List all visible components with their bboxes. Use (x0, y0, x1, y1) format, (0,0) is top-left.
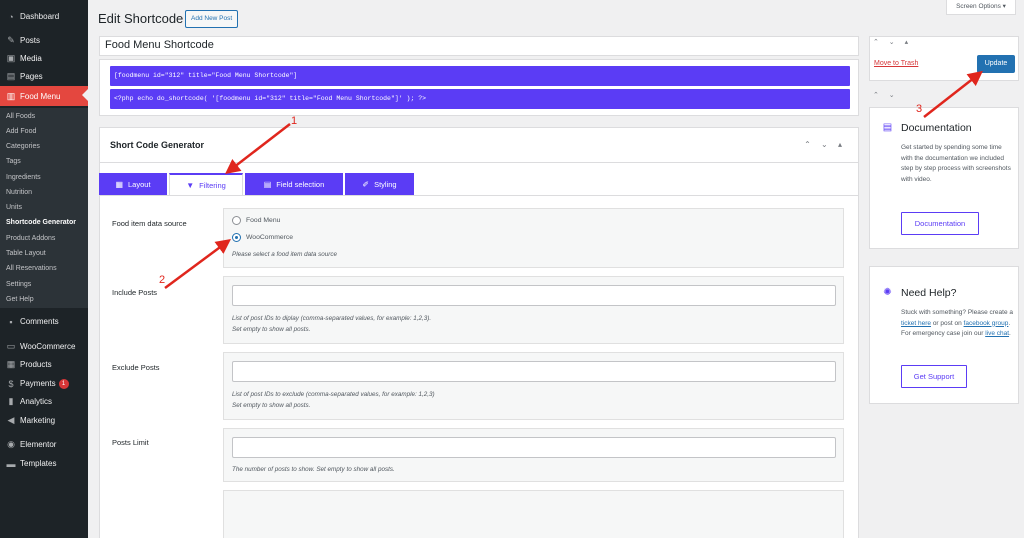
annotation-arrow-2 (164, 239, 232, 290)
annotation-arrow-1 (225, 123, 291, 175)
annotation-arrows (164, 70, 983, 290)
annotation-arrow-3 (923, 70, 983, 118)
